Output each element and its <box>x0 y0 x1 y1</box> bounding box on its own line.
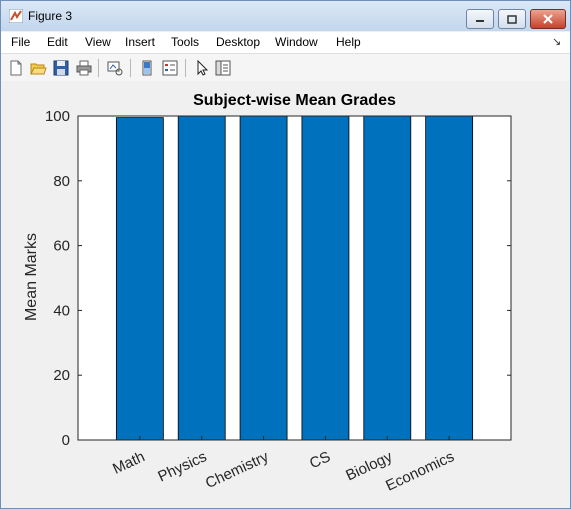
x-tick-label: Economics <box>383 448 457 494</box>
minimize-icon <box>476 20 484 22</box>
menu-bar: File Edit View Insert Tools Desktop Wind… <box>1 32 570 54</box>
toolbar-separator <box>130 59 131 77</box>
menu-view[interactable]: View <box>85 35 111 49</box>
close-icon <box>543 14 553 24</box>
figure-window: Figure 3 File Edit View Insert Tools Des… <box>0 0 571 509</box>
open-file-icon[interactable] <box>29 59 47 77</box>
dock-arrow-icon[interactable]: ↘ <box>552 35 561 48</box>
print-icon[interactable] <box>75 59 93 77</box>
y-tick-label: 0 <box>62 432 70 449</box>
y-tick-label: 20 <box>53 367 70 384</box>
menu-file[interactable]: File <box>11 35 30 49</box>
bar <box>425 115 474 441</box>
minimize-button[interactable] <box>466 9 494 29</box>
y-tick-label: 60 <box>53 238 70 255</box>
insert-colorbar-icon[interactable] <box>138 59 156 77</box>
x-tick-label: Math <box>110 448 147 478</box>
x-tick-label: Chemistry <box>203 448 272 492</box>
menu-insert[interactable]: Insert <box>125 35 155 49</box>
y-tick-label: 40 <box>53 302 70 319</box>
figure-canvas: Subject-wise Mean Grades Mean Marks Math… <box>1 81 570 508</box>
y-tick-label: 80 <box>53 173 70 190</box>
bar <box>115 117 164 441</box>
maximize-icon <box>507 14 517 24</box>
toolbar-separator <box>185 59 186 77</box>
window-title: Figure 3 <box>28 9 73 23</box>
link-plot-icon[interactable] <box>106 59 124 77</box>
insert-legend-icon[interactable] <box>161 59 179 77</box>
matlab-figure-icon <box>9 9 23 23</box>
menu-window[interactable]: Window <box>275 35 318 49</box>
close-button[interactable] <box>530 9 566 29</box>
bar-chart: Math PhysicsChemistry CS BiologyEconomics02… <box>45 108 512 495</box>
figure-toolbar <box>1 54 570 82</box>
save-icon[interactable] <box>52 59 70 77</box>
x-tick-label: CS <box>307 448 333 472</box>
maximize-button[interactable] <box>498 9 526 29</box>
title-bar[interactable]: Figure 3 <box>1 1 570 31</box>
menu-help[interactable]: Help <box>336 35 361 49</box>
toolbar-separator <box>98 59 99 77</box>
menu-edit[interactable]: Edit <box>47 35 68 49</box>
x-tick-label: Physics <box>155 448 209 485</box>
bar <box>363 115 412 441</box>
bar <box>177 115 226 441</box>
bar <box>239 115 288 441</box>
bar <box>301 115 350 441</box>
y-tick-label: 100 <box>45 108 70 125</box>
menu-tools[interactable]: Tools <box>171 35 199 49</box>
property-inspector-icon[interactable] <box>214 59 232 77</box>
edit-plot-icon[interactable] <box>193 59 211 77</box>
new-figure-icon[interactable] <box>7 59 25 77</box>
menu-desktop[interactable]: Desktop <box>216 35 260 49</box>
